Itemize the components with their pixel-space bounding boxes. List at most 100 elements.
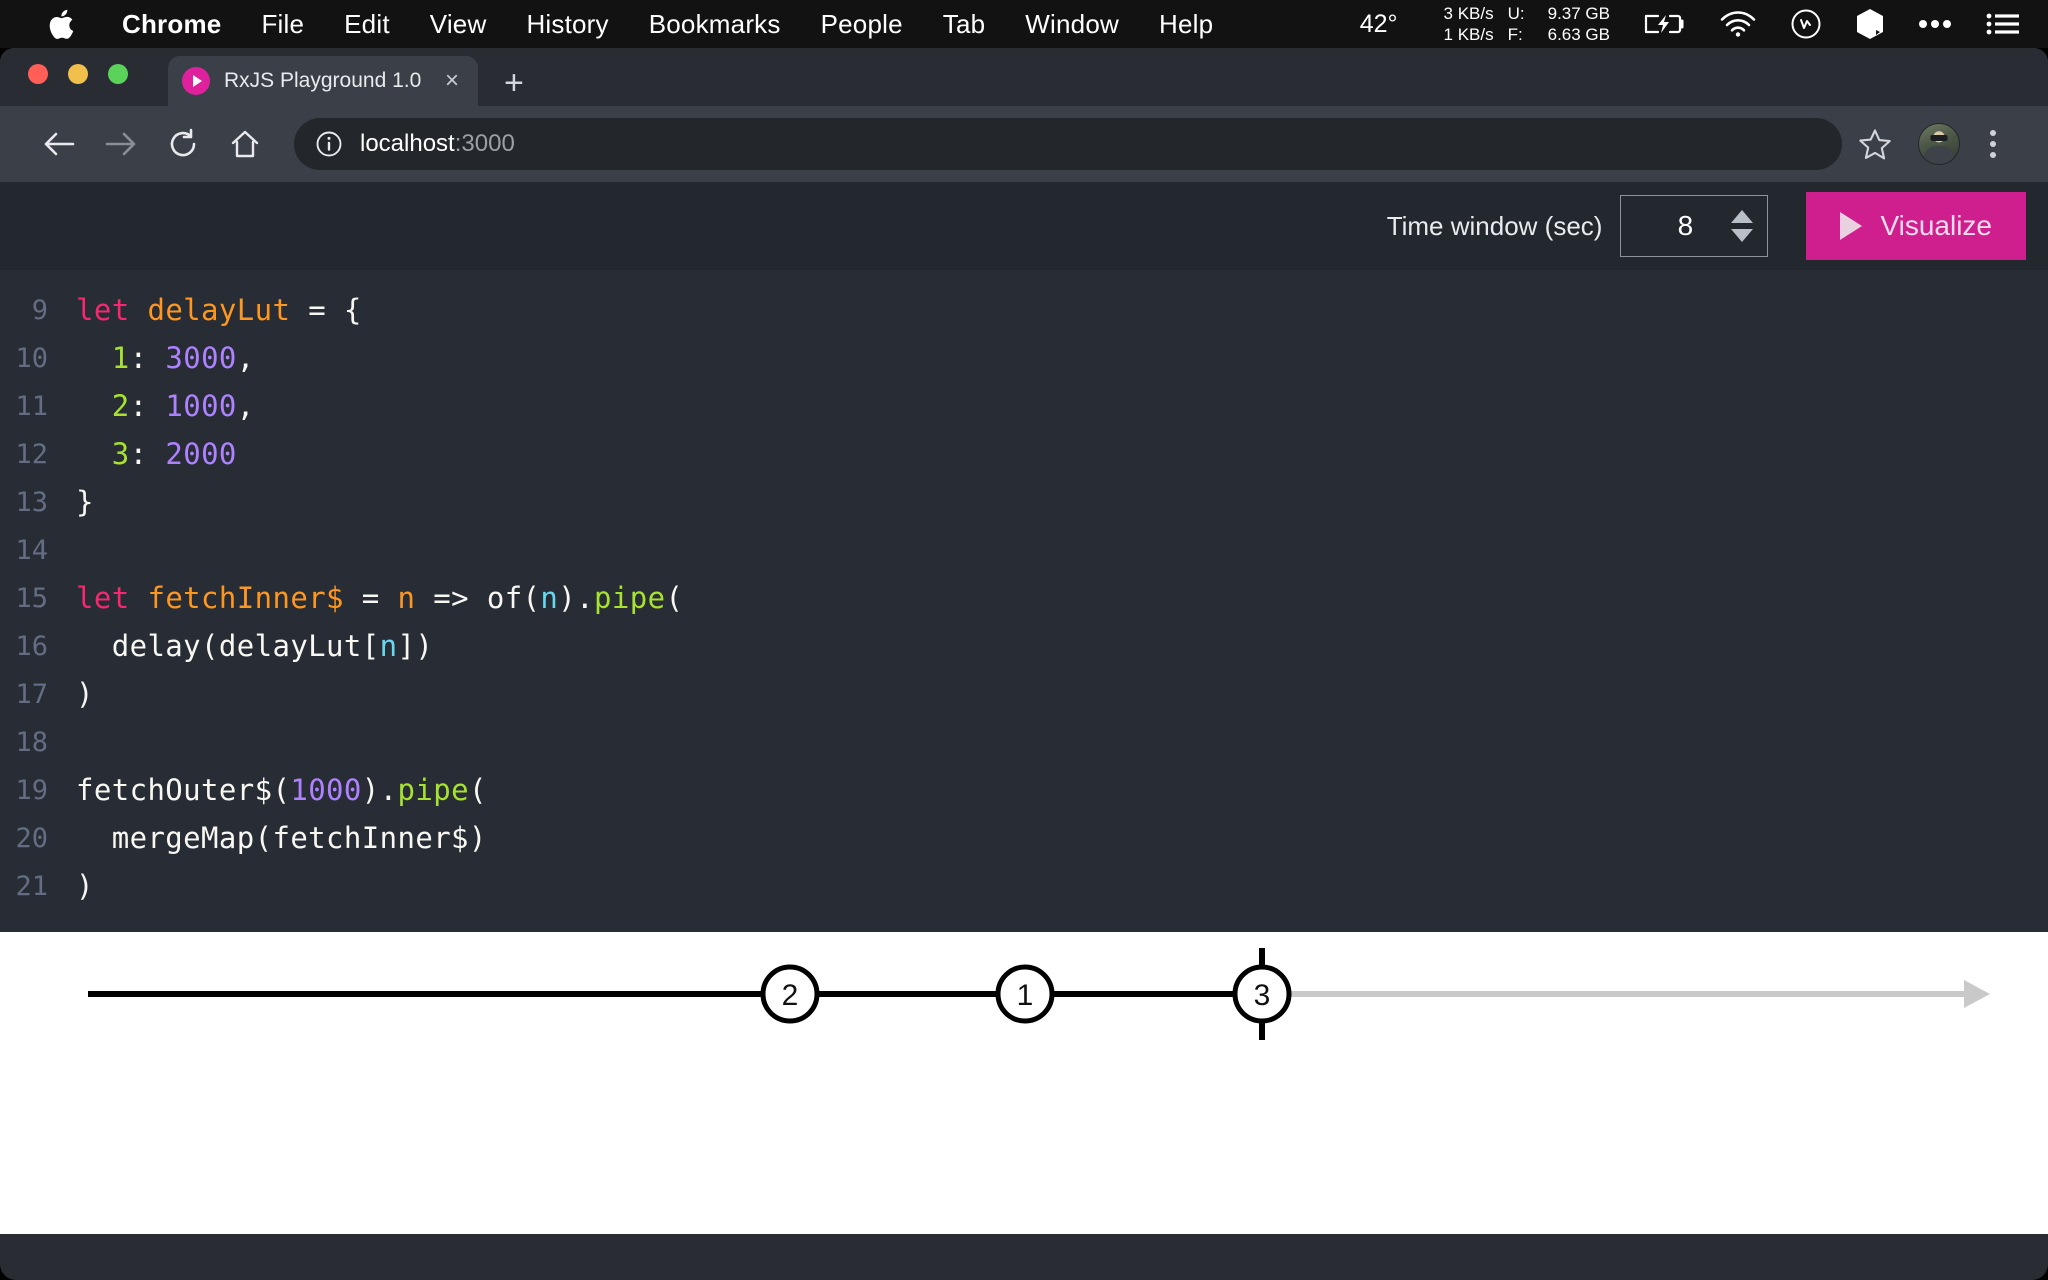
menu-item-bookmarks[interactable]: Bookmarks <box>629 9 801 40</box>
battery-charging-icon[interactable] <box>1644 12 1686 36</box>
memory-indicator[interactable]: 9.37 GB 6.63 GB <box>1548 3 1610 45</box>
code-editor[interactable]: 9 let delayLut = {10 1: 3000, 11 2: 1000, 1… <box>0 270 2048 932</box>
ellipsis-icon[interactable] <box>1918 19 1952 29</box>
code-token: , <box>236 389 255 423</box>
line-number: 20 <box>15 822 48 854</box>
code-line: 14 <box>0 526 2048 574</box>
menu-item-people[interactable]: People <box>801 9 923 40</box>
minimize-window-button[interactable] <box>68 64 88 84</box>
info-circle-icon[interactable] <box>316 131 342 157</box>
forward-arrow-icon[interactable] <box>90 113 152 175</box>
code-token: : <box>129 389 166 423</box>
menu-item-view[interactable]: View <box>410 9 507 40</box>
marble-label: 3 <box>1254 979 1271 1012</box>
code-token: delay(delayLut[ <box>76 629 380 663</box>
code-token: mergeMap(fetchInner$) <box>76 821 487 855</box>
code-token: 1000 <box>290 773 362 807</box>
home-icon[interactable] <box>214 113 276 175</box>
profile-avatar[interactable] <box>1918 123 1960 165</box>
marble[interactable]: 2 <box>760 964 820 1024</box>
cube-icon[interactable] <box>1856 8 1884 40</box>
code-text: ) <box>76 677 94 711</box>
code-text: delay(delayLut[n]) <box>76 629 433 663</box>
chrome-window: RxJS Playground 1.0 × + localhost:3000 T… <box>0 48 2048 1280</box>
close-window-button[interactable] <box>28 64 48 84</box>
code-line: 15 let fetchInner$ = n => of(n).pipe( <box>0 574 2048 622</box>
timeline-arrowhead-icon <box>1964 980 1990 1008</box>
code-line: 17) <box>0 670 2048 718</box>
visualize-button[interactable]: Visualize <box>1806 192 2026 260</box>
menu-item-edit[interactable]: Edit <box>324 9 410 40</box>
line-number: 18 <box>15 726 48 758</box>
star-icon[interactable] <box>1846 128 1904 161</box>
marble-label: 1 <box>1017 979 1034 1012</box>
clock-icon[interactable] <box>1790 8 1822 40</box>
menu-item-chrome[interactable]: Chrome <box>102 9 241 40</box>
tab-strip: RxJS Playground 1.0 × + <box>0 48 2048 106</box>
stepper-arrows <box>1731 210 1754 242</box>
code-line: 18 <box>0 718 2048 766</box>
mem-free-value: 6.63 GB <box>1547 25 1610 44</box>
play-icon <box>1840 212 1863 240</box>
code-token: 3000 <box>165 341 237 375</box>
apple-logo-icon[interactable] <box>48 9 74 40</box>
code-text: let delayLut = { <box>76 293 362 327</box>
network-speed-indicator[interactable]: 3 KB/s U: 1 KB/s F: <box>1444 3 1536 45</box>
stepper-up-icon[interactable] <box>1731 210 1754 223</box>
menu-item-help[interactable]: Help <box>1139 9 1233 40</box>
wifi-icon[interactable] <box>1720 11 1756 37</box>
code-text: 2: 1000, <box>76 389 255 423</box>
browser-toolbar: localhost:3000 <box>0 106 2048 182</box>
code-token: n <box>540 581 559 615</box>
window-controls <box>28 64 128 84</box>
code-token: , <box>236 341 255 375</box>
close-tab-icon[interactable]: × <box>440 69 464 93</box>
code-token: = <box>343 581 398 615</box>
code-text: 3: 2000 <box>76 437 237 471</box>
time-window-input[interactable]: 8 <box>1621 210 1731 242</box>
code-token: delayLut <box>147 293 291 327</box>
code-token: ( <box>665 581 684 615</box>
code-token: 1 <box>111 341 130 375</box>
browser-tab[interactable]: RxJS Playground 1.0 × <box>168 56 478 106</box>
back-arrow-icon[interactable] <box>28 113 90 175</box>
menu-item-window[interactable]: Window <box>1005 9 1139 40</box>
code-text: let fetchInner$ = n => of(n).pipe( <box>76 581 683 615</box>
code-token: pipe <box>594 581 666 615</box>
temperature-indicator[interactable]: 42° <box>1360 10 1398 39</box>
line-number: 11 <box>15 390 48 422</box>
marble[interactable]: 3 <box>1232 948 1292 1040</box>
stepper-down-icon[interactable] <box>1731 229 1754 242</box>
line-number: 14 <box>15 534 48 566</box>
menu-item-file[interactable]: File <box>241 9 324 40</box>
line-number: 9 <box>31 294 48 326</box>
code-token: pipe <box>397 773 469 807</box>
new-tab-button[interactable]: + <box>504 66 524 100</box>
code-line: 10 1: 3000, <box>0 334 2048 382</box>
maximize-window-button[interactable] <box>108 64 128 84</box>
net-free-label: F: <box>1507 25 1523 44</box>
line-number: 19 <box>15 774 48 806</box>
marble[interactable]: 1 <box>995 964 1055 1024</box>
line-number: 10 <box>15 342 48 374</box>
code-token: ). <box>361 773 398 807</box>
code-token: 1000 <box>165 389 237 423</box>
menu-item-history[interactable]: History <box>506 9 628 40</box>
address-bar[interactable]: localhost:3000 <box>294 118 1842 170</box>
code-token: : <box>129 341 166 375</box>
time-window-stepper[interactable]: 8 <box>1620 195 1769 257</box>
code-line: 12 3: 2000 <box>0 430 2048 478</box>
menu-item-tab[interactable]: Tab <box>923 9 1006 40</box>
code-text: mergeMap(fetchInner$) <box>76 821 487 855</box>
mem-used-value: 9.37 GB <box>1547 4 1610 23</box>
time-window-label: Time window (sec) <box>1386 210 1603 241</box>
url-host: localhost <box>360 130 455 157</box>
code-line: 19 fetchOuter$(1000).pipe( <box>0 766 2048 814</box>
reload-icon[interactable] <box>152 113 214 175</box>
kebab-menu-icon[interactable] <box>1966 130 2020 158</box>
list-icon[interactable] <box>1986 12 2020 36</box>
code-token: ) <box>76 677 94 711</box>
